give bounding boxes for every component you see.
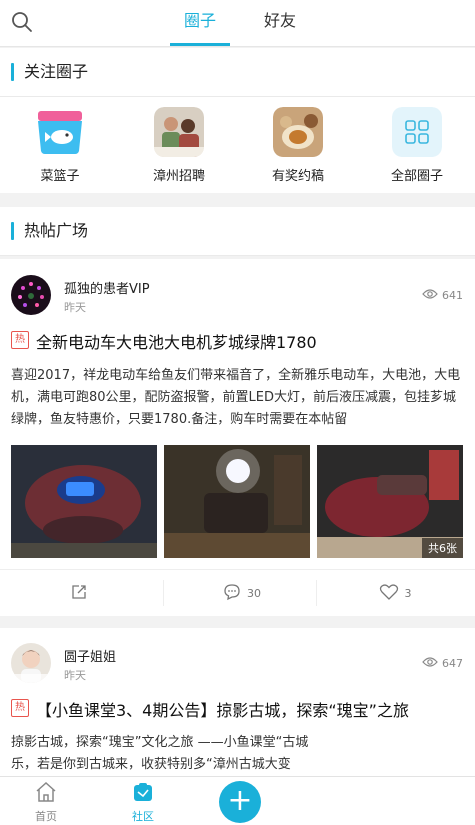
heart-icon [379,583,399,604]
post-body[interactable]: 掠影古城，探索“瑰宝”文化之旅 ——小鱼课堂“古城乐，若是你到古城来，收获特别多… [11,732,325,776]
post-photo[interactable] [11,445,157,558]
top-bar: 圈子 好友 [0,0,475,47]
tab-circles-label: 圈子 [183,11,216,30]
comment-icon [223,583,241,604]
tab-circles[interactable]: 圈子 [170,0,230,46]
share-icon [70,583,88,604]
view-count-value: 647 [442,657,463,670]
followed-circles-list: 菜篮子 漳州招聘 有奖约稿 全部圈子 [0,96,475,193]
tab-friends[interactable]: 好友 [253,0,307,46]
followed-section-header: 关注圈子 [0,48,475,96]
add-post-button[interactable]: + [219,781,261,823]
basket-fish-icon [35,107,85,157]
like-count: 3 [404,586,412,600]
hot-badge: 热 [11,699,29,717]
eye-icon [422,288,438,303]
followed-section-title: 关注圈子 [24,62,89,81]
post-title[interactable]: 【小鱼课堂3、4期公告】掠影古城，探索“瑰宝”之旅 [36,697,465,721]
nav-home[interactable]: 首页 [16,781,76,824]
post-time: 昨天 [64,301,86,314]
section-marker [11,222,14,240]
hot-section-header: 热帖广场 [0,207,475,256]
post-card[interactable]: 圆子姐姐 昨天 647 热 【小鱼课堂3、4期公告】掠影古城，探索“瑰宝”之旅 … [0,628,475,776]
post-body[interactable]: 喜迎2017，祥龙电动车给鱼友们带来福音了，全新雅乐电动车，大电池，大电机，满电… [11,365,467,431]
circle-item-recruit[interactable]: 漳州招聘 [139,107,219,184]
view-count: 647 [422,656,463,671]
circle-item-label: 菜篮子 [40,169,80,184]
home-icon [16,781,76,806]
circle-item-label: 全部圈子 [390,169,443,184]
post-photo[interactable]: 共6张 [317,445,463,558]
eye-icon [422,656,438,671]
hot-section-title: 热帖广场 [24,221,89,240]
post-photos: 共6张 [11,445,469,558]
plus-icon: + [227,783,253,818]
circle-item-label: 漳州招聘 [152,169,205,184]
post-author[interactable]: 孤独的患者VIP [64,278,150,297]
circle-item-reward[interactable]: 有奖约稿 [258,107,338,184]
view-count-value: 641 [442,289,463,302]
tab-friends-label: 好友 [263,11,296,30]
hot-badge: 热 [11,331,29,349]
comment-button[interactable]: 30 [163,570,321,616]
post-time: 昨天 [64,669,86,682]
active-tab-indicator [170,43,230,46]
nav-community-label: 社区 [132,810,154,823]
post-title[interactable]: 全新电动车大电池大电机芗城绿牌1780 [36,329,465,353]
reward-photo-icon [273,107,323,157]
view-count: 641 [422,288,463,303]
grid-icon [392,107,442,157]
section-marker [11,63,14,81]
photo-count-badge: 共6张 [422,538,463,558]
post-card[interactable]: 孤独的患者VIP 昨天 641 热 全新电动车大电池大电机芗城绿牌1780 喜迎… [0,259,475,616]
avatar[interactable] [11,275,51,315]
circle-item-basket[interactable]: 菜篮子 [20,107,100,184]
post-author[interactable]: 圆子姐姐 [64,646,116,665]
community-icon [113,781,173,806]
circle-item-label: 有奖约稿 [271,169,324,184]
nav-community[interactable]: 社区 [113,781,173,824]
nav-home-label: 首页 [35,810,57,823]
like-button[interactable]: 3 [316,570,474,616]
bottom-nav: 首页 社区 + [0,776,475,825]
share-button[interactable] [0,570,158,616]
comment-count: 30 [247,586,261,600]
search-icon[interactable] [10,10,34,34]
circle-item-all[interactable]: 全部圈子 [377,107,457,184]
post-actions: 30 3 [0,569,475,616]
recruit-photo-icon [154,107,204,157]
post-photo[interactable] [164,445,310,558]
avatar[interactable] [11,643,51,683]
